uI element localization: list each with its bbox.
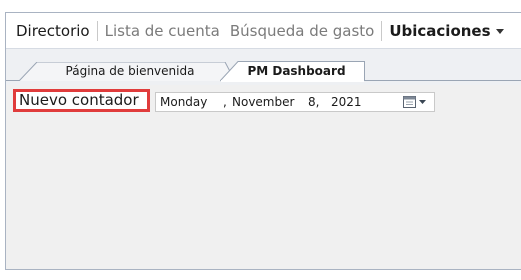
menu-separator	[381, 20, 383, 41]
date-picker[interactable]: Monday , November 8, 2021	[155, 92, 435, 112]
toolbar: Nuevo contador Monday , November 8, 2021	[6, 85, 521, 115]
tab-strip: Página de bienvenida PM Dashboard	[6, 49, 521, 85]
menu-separator	[96, 20, 98, 41]
calendar-icon[interactable]	[402, 95, 430, 109]
tab-pm-dashboard[interactable]: PM Dashboard	[220, 61, 365, 82]
tab-label: PM Dashboard	[247, 64, 346, 78]
menu-item-ubicaciones[interactable]: Ubicaciones	[389, 21, 504, 40]
date-separator: ,	[223, 95, 227, 109]
app-window: Directorio Lista de cuenta Búsqueda de g…	[0, 0, 521, 280]
date-year[interactable]: 2021	[331, 93, 362, 111]
menu-bar: Directorio Lista de cuenta Búsqueda de g…	[6, 13, 521, 49]
date-weekday[interactable]: Monday	[160, 93, 207, 111]
tab-label: Página de bienvenida	[65, 64, 195, 78]
tab-pagina-de-bienvenida[interactable]: Página de bienvenida	[19, 62, 235, 81]
chevron-down-icon	[495, 28, 504, 34]
menu-item-directorio[interactable]: Directorio	[16, 22, 97, 40]
date-month[interactable]: November	[232, 93, 294, 111]
content-area	[6, 115, 521, 269]
menu-item-ubicaciones-label: Ubicaciones	[389, 21, 491, 40]
date-day[interactable]: 8,	[308, 93, 319, 111]
menu-item-lista-de-cuenta[interactable]: Lista de cuenta	[105, 22, 227, 40]
new-counter-button[interactable]: Nuevo contador	[13, 89, 150, 112]
menu-item-busqueda-de-gasto[interactable]: Búsqueda de gasto	[227, 22, 381, 40]
